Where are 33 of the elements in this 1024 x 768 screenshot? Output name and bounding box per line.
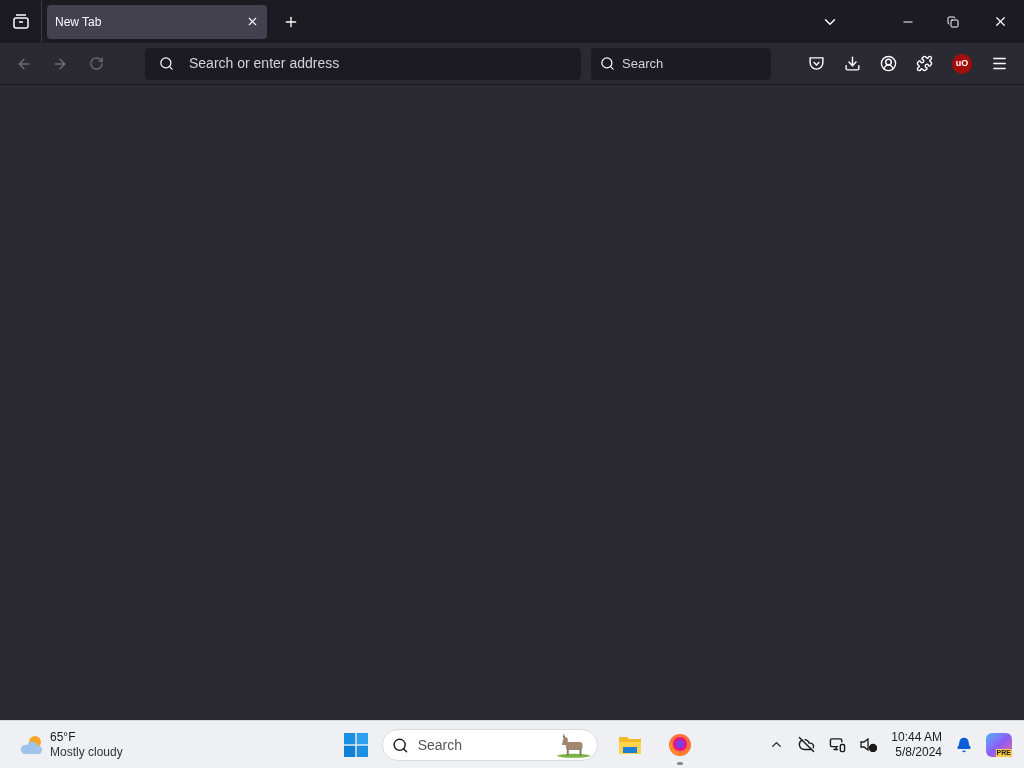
search-field[interactable]: Search (591, 47, 771, 80)
tab-list-icon[interactable] (12, 14, 29, 29)
account-icon[interactable] (880, 55, 897, 72)
search-input[interactable]: Search (622, 53, 752, 74)
weather-condition: Mostly cloudy (50, 744, 123, 760)
address-input[interactable]: Search or enter address (189, 53, 567, 74)
pocket-icon[interactable] (808, 55, 825, 72)
cloud-sun-icon (18, 733, 44, 756)
menu-icon[interactable] (991, 55, 1008, 72)
close-tab-icon[interactable] (246, 15, 259, 28)
search-icon (159, 56, 174, 71)
speaker-muted-icon[interactable] (860, 737, 878, 752)
notification-bell-icon[interactable] (956, 736, 972, 753)
search-icon (600, 56, 615, 71)
download-icon[interactable] (844, 55, 861, 72)
clock-time: 10:44 AM (891, 729, 942, 745)
monitor-icon[interactable] (829, 736, 847, 753)
reload-icon[interactable] (89, 56, 104, 71)
tab-title: New Tab (55, 13, 103, 31)
close-icon[interactable] (993, 14, 1008, 29)
address-field[interactable]: Search or enter address (145, 47, 581, 80)
browser-tab[interactable]: New Tab (47, 4, 267, 39)
cloud-off-icon[interactable] (798, 736, 816, 753)
weather-temperature: 65°F (50, 729, 77, 745)
restore-icon[interactable] (947, 15, 959, 28)
search-icon (392, 736, 409, 754)
search-input[interactable]: Search (417, 734, 538, 756)
taskbar-search-field[interactable]: Search (382, 729, 598, 761)
extensions-icon[interactable] (916, 55, 933, 72)
clock-date: 5/8/2024 (895, 744, 942, 760)
extension-badge[interactable]: uO (952, 53, 972, 74)
windows-logo-icon[interactable] (344, 733, 368, 757)
donkey-drawing (555, 732, 591, 758)
